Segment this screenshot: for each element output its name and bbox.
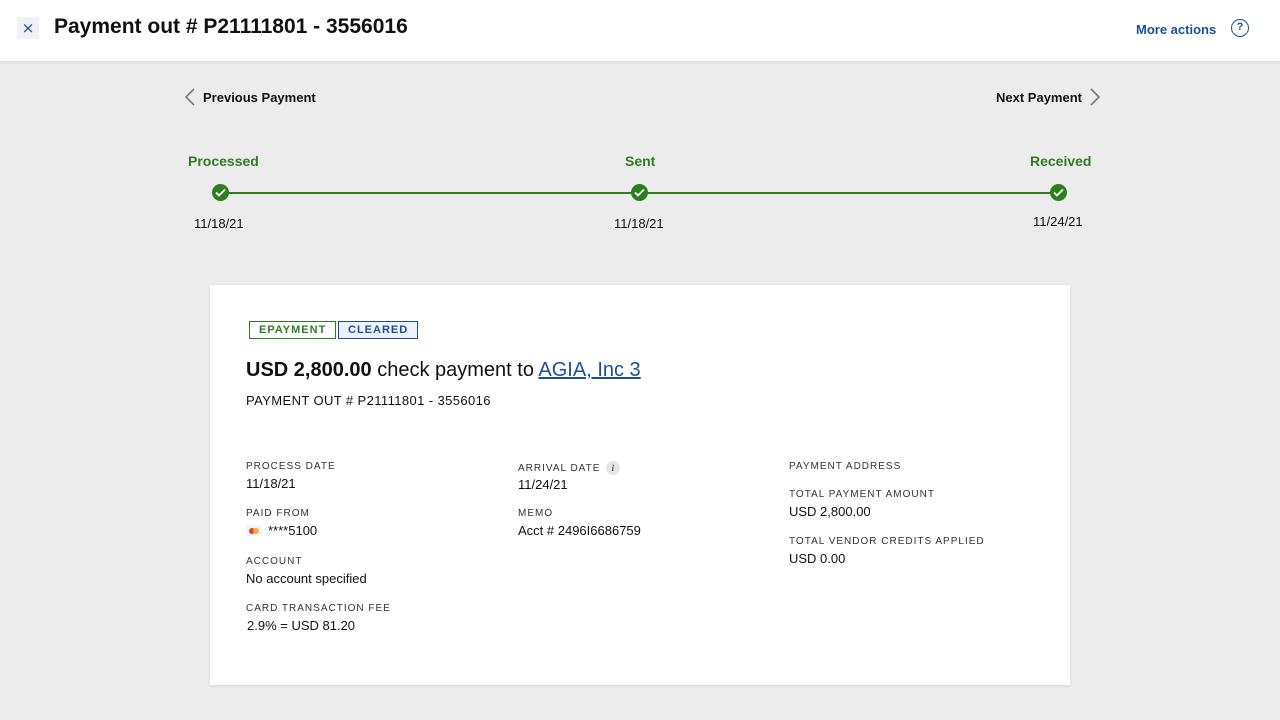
previous-payment-button[interactable]: Previous Payment <box>184 88 316 106</box>
payment-amount: USD 2,800.00 <box>246 359 372 381</box>
process-date-field: PROCESS DATE 11/18/21 <box>246 461 336 491</box>
arrival-date-field: ARRIVAL DATE i 11/24/21 <box>518 461 621 492</box>
account-label: ACCOUNT <box>246 556 303 567</box>
payment-details-card: EPAYMENT CLEARED USD 2,800.00 check paym… <box>210 285 1070 685</box>
card-fee-label: CARD TRANSACTION FEE <box>246 603 391 614</box>
next-payment-label: Next Payment <box>996 89 1082 105</box>
payment-address-label: PAYMENT ADDRESS <box>789 461 902 472</box>
help-icon[interactable]: ? <box>1231 19 1249 37</box>
memo-field: MEMO Acct # 2496I6686759 <box>518 508 641 538</box>
epayment-badge: EPAYMENT <box>249 321 337 339</box>
paid-from-label: PAID FROM <box>246 508 310 519</box>
paid-from-value: ****5100 <box>268 523 318 538</box>
payment-headline-text: check payment to <box>371 359 539 381</box>
account-value: No account specified <box>246 571 367 586</box>
page-header: × Payment out # P21111801 - 3556016 More… <box>0 0 1280 61</box>
total-payment-value: USD 2,800.00 <box>789 504 871 519</box>
timeline-step-processed-date: 11/18/21 <box>194 216 244 231</box>
cleared-badge: CLEARED <box>338 321 419 339</box>
previous-payment-label: Previous Payment <box>203 89 316 105</box>
total-credits-field: TOTAL VENDOR CREDITS APPLIED USD 0.00 <box>789 536 985 566</box>
chevron-left-icon <box>184 88 195 106</box>
payment-number: PAYMENT OUT # P21111801 - 3556016 <box>246 393 491 408</box>
total-payment-field: TOTAL PAYMENT AMOUNT USD 2,800.00 <box>789 489 935 519</box>
memo-value: Acct # 2496I6686759 <box>518 523 641 538</box>
mastercard-icon <box>246 525 262 536</box>
timeline-step-processed-label: Processed <box>188 153 259 169</box>
timeline-check-icon-sent <box>631 184 648 201</box>
timeline-step-sent-label: Sent <box>625 153 656 169</box>
timeline-step-sent-date: 11/18/21 <box>614 216 664 231</box>
arrival-date-label-row: ARRIVAL DATE i <box>518 461 621 475</box>
card-fee-field: CARD TRANSACTION FEE 2.9% = USD 81.20 <box>246 603 391 633</box>
account-field: ACCOUNT No account specified <box>246 556 367 586</box>
payment-headline: USD 2,800.00 check payment to AGIA, Inc … <box>246 359 641 382</box>
process-date-label: PROCESS DATE <box>246 461 336 472</box>
page-title: Payment out # P21111801 - 3556016 <box>54 15 408 38</box>
total-payment-label: TOTAL PAYMENT AMOUNT <box>789 489 935 500</box>
timeline-step-received-label: Received <box>1030 153 1092 169</box>
paid-from-row: ****5100 <box>246 523 317 538</box>
arrival-date-value: 11/24/21 <box>518 477 568 492</box>
paid-from-field: PAID FROM ****5100 <box>246 508 317 538</box>
payment-address-field: PAYMENT ADDRESS <box>789 461 901 472</box>
arrival-date-label: ARRIVAL DATE <box>518 462 601 474</box>
timeline-check-icon-received <box>1050 184 1067 201</box>
close-icon[interactable]: × <box>17 17 39 39</box>
memo-label: MEMO <box>518 508 554 519</box>
next-payment-button[interactable]: Next Payment <box>996 88 1101 106</box>
more-actions-link[interactable]: More actions <box>1136 22 1216 37</box>
total-credits-label: TOTAL VENDOR CREDITS APPLIED <box>789 536 985 547</box>
total-credits-value: USD 0.00 <box>789 551 846 566</box>
card-fee-value: 2.9% = USD 81.20 <box>247 618 356 633</box>
info-icon[interactable]: i <box>606 461 621 475</box>
timeline-check-icon-processed <box>212 184 229 201</box>
payee-link[interactable]: AGIA, Inc 3 <box>538 359 640 381</box>
process-date-value: 11/18/21 <box>246 476 296 491</box>
chevron-right-icon <box>1090 88 1101 106</box>
timeline-step-received-date: 11/24/21 <box>1033 214 1083 229</box>
